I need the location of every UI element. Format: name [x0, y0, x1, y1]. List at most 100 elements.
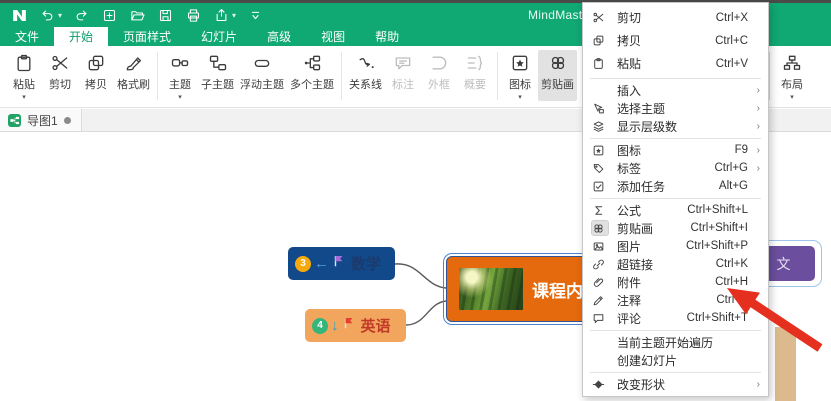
context-menu: 剪切 Ctrl+X 拷贝 Ctrl+C 粘贴 Ctrl+V 插入 › 选择主题 › 显示层… [582, 2, 769, 397]
node-photo [459, 268, 523, 310]
ribbon-separator [157, 52, 158, 100]
ribbon-separator [341, 52, 342, 100]
priority-badge: 3 [295, 255, 311, 272]
tag-icon [592, 161, 608, 175]
clipart-icon [548, 53, 568, 73]
menu-separator [590, 329, 761, 331]
formula-icon [592, 203, 608, 217]
hyperlink-icon [592, 257, 608, 271]
redo-button[interactable] [68, 5, 94, 25]
format-painter-button[interactable]: 格式刷 [114, 50, 153, 101]
menu-tab-help[interactable]: 帮助 [360, 27, 414, 46]
mark-icon [510, 53, 530, 73]
print-button[interactable] [180, 5, 206, 25]
callout-icon [393, 53, 413, 73]
menu-item-clipart[interactable]: 剪贴画 Ctrl+Shift+I [583, 219, 768, 237]
menu-item-comment[interactable]: 评论 Ctrl+Shift+T [583, 309, 768, 327]
quick-access-toolbar: ▾ ▾ [0, 5, 268, 25]
copy-button[interactable]: 拷贝 [78, 50, 114, 101]
save-button[interactable] [152, 5, 178, 25]
attachment-icon [592, 275, 608, 289]
topic-node-math[interactable]: 3 ← 数学 [288, 247, 395, 280]
topic-label: 英语 [360, 318, 391, 335]
menu-tab-home[interactable]: 开始 [54, 27, 109, 46]
submenu-arrow-icon: › [756, 84, 760, 96]
cut-button[interactable]: 剪切 [42, 50, 78, 101]
copy-icon [592, 34, 608, 48]
callout-button[interactable]: 标注 [385, 50, 421, 92]
menu-tab-file[interactable]: 文件 [0, 27, 54, 46]
menu-item-select-topic[interactable]: 选择主题 › [583, 99, 768, 117]
topic-icon [170, 53, 190, 73]
boundary-icon [429, 53, 449, 73]
menu-item-copy[interactable]: 拷贝 Ctrl+C [583, 29, 768, 52]
mindmaster-logo-icon [6, 5, 32, 25]
menu-item-show-levels[interactable]: 显示层级数 › [583, 117, 768, 135]
menu-item-hyperlink[interactable]: 超链接 Ctrl+K [583, 255, 768, 273]
note-icon [592, 293, 608, 307]
layout-button[interactable]: 布局 [774, 50, 810, 101]
menu-item-paste[interactable]: 粘贴 Ctrl+V [583, 52, 768, 75]
undo-dropdown-caret-icon[interactable]: ▾ [58, 11, 66, 20]
format-painter-icon [124, 53, 144, 73]
topic-label: 数学 [351, 256, 382, 273]
menu-item-insert[interactable]: 插入 › [583, 81, 768, 99]
scissors-icon [50, 53, 70, 73]
menu-item-note[interactable]: 注释 Ctrl+T [583, 291, 768, 309]
menu-item-attachment[interactable]: 附件 Ctrl+H [583, 273, 768, 291]
clipart-icon [591, 220, 609, 236]
submenu-arrow-icon: › [756, 144, 760, 156]
picture-icon [592, 239, 608, 253]
multi-topic-button[interactable]: 多个主题 [287, 50, 337, 101]
export-button[interactable] [208, 5, 234, 25]
task-icon [592, 179, 608, 193]
priority-badge: 4 [312, 317, 328, 334]
partially-hidden-node[interactable] [775, 327, 796, 401]
menu-tab-page-style[interactable]: 页面样式 [108, 27, 186, 46]
floating-topic-icon [252, 53, 272, 73]
boundary-button[interactable]: 外框 [421, 50, 457, 92]
down-arrow-icon: ↓ [331, 317, 339, 334]
relationship-icon [356, 53, 376, 73]
menu-item-picture[interactable]: 图片 Ctrl+Shift+P [583, 237, 768, 255]
paste-button[interactable]: 粘贴 [6, 50, 42, 101]
menu-item-traverse[interactable]: 当前主题开始遍历 [583, 333, 768, 351]
menu-item-cut[interactable]: 剪切 Ctrl+X [583, 6, 768, 29]
document-tab-map1[interactable]: 导图1 [0, 109, 82, 131]
menu-item-formula[interactable]: 公式 Ctrl+Shift+L [583, 201, 768, 219]
undo-button[interactable] [34, 5, 60, 25]
menu-tab-slides[interactable]: 幻灯片 [186, 27, 252, 46]
export-dropdown-caret-icon[interactable]: ▾ [232, 11, 240, 20]
icon-button[interactable]: 图标 [502, 50, 538, 101]
menu-item-tag[interactable]: 标签 Ctrl+G › [583, 159, 768, 177]
submenu-arrow-icon: › [756, 162, 760, 174]
menu-tab-view[interactable]: 视图 [306, 27, 360, 46]
summary-button[interactable]: 概要 [457, 50, 493, 92]
open-file-button[interactable] [124, 5, 150, 25]
multi-topic-icon [302, 53, 322, 73]
new-document-button[interactable] [96, 5, 122, 25]
layers-icon [592, 119, 608, 133]
comment-icon [592, 311, 608, 325]
topic-button[interactable]: 主题 [162, 50, 198, 101]
menu-item-icon[interactable]: 图标 F9 › [583, 141, 768, 159]
floating-topic-button[interactable]: 浮动主题 [237, 50, 287, 101]
topic-node-english[interactable]: 4 ↓ 英语 [305, 309, 406, 342]
menu-separator [590, 371, 761, 373]
mindmap-doc-icon [8, 113, 21, 127]
menu-item-change-shape[interactable]: 改变形状 › [583, 375, 768, 393]
subtopic-button[interactable]: 子主题 [198, 50, 237, 101]
menu-separator [590, 77, 761, 79]
clipart-button[interactable]: 剪贴画 [538, 50, 577, 101]
menu-item-add-task[interactable]: 添加任务 Alt+G [583, 177, 768, 195]
menu-separator [590, 137, 761, 139]
summary-icon [465, 53, 485, 73]
ribbon-group-relations: 关系线 标注 外框 概要 [346, 50, 493, 92]
subtopic-icon [208, 53, 228, 73]
collapse-toolbar-button[interactable] [242, 5, 268, 25]
shape-icon [592, 377, 608, 391]
menu-separator [590, 197, 761, 199]
menu-tab-advanced[interactable]: 高级 [252, 27, 306, 46]
menu-item-create-slides[interactable]: 创建幻灯片 [583, 351, 768, 369]
relationship-button[interactable]: 关系线 [346, 50, 385, 92]
